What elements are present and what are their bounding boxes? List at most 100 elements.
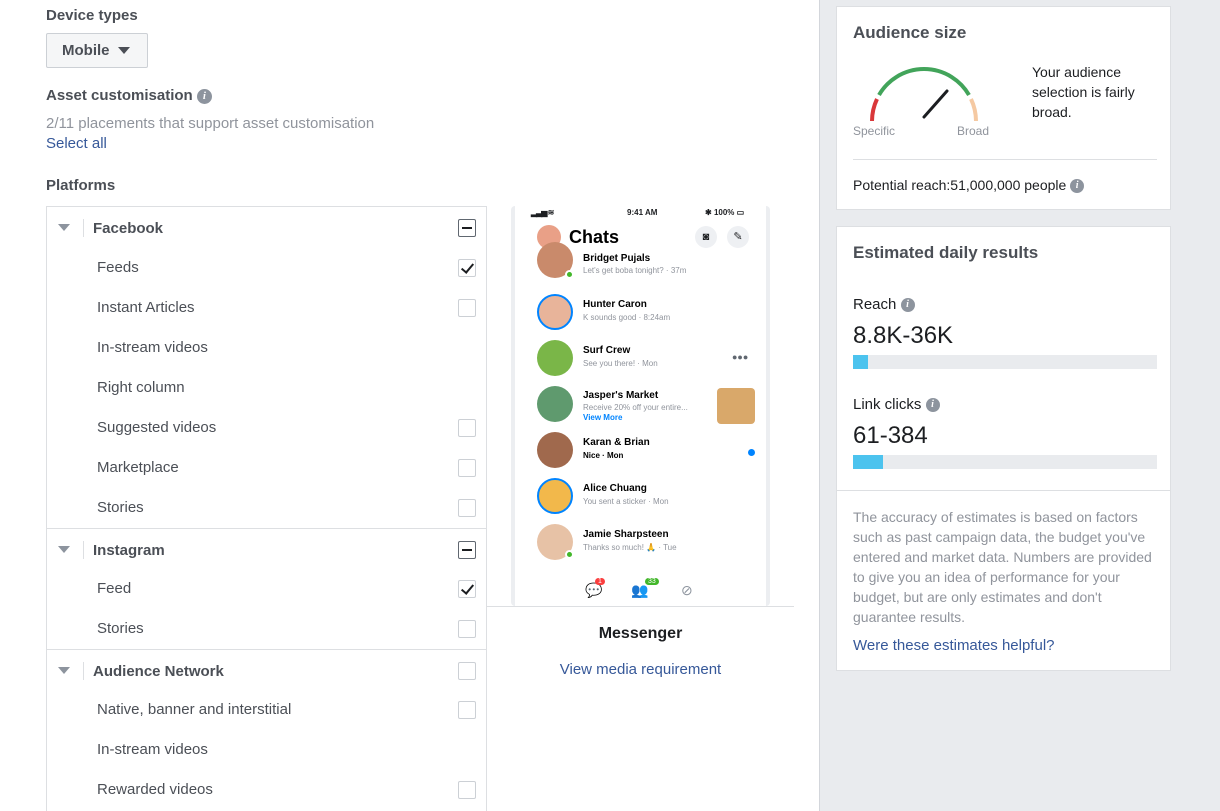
placement-row: In-stream videos — [47, 328, 486, 368]
estimated-daily-results-card: Estimated daily results Reach i 8.8K-36K… — [836, 226, 1171, 671]
reach-value: 8.8K-36K — [853, 322, 954, 349]
link-clicks-value: 61-384 — [853, 422, 928, 449]
link-clicks-bar — [853, 455, 1157, 469]
battery-status: ✱ 100% ▭ — [705, 208, 745, 217]
collapse-triangle-icon[interactable] — [58, 224, 70, 231]
group-instagram[interactable]: Instagram — [47, 529, 486, 571]
device-types-dropdown[interactable]: Mobile — [46, 33, 148, 68]
preview-divider — [487, 606, 794, 607]
placement-checkbox[interactable] — [458, 701, 476, 719]
placement-row[interactable]: Feed — [47, 569, 486, 609]
info-icon[interactable]: i — [900, 298, 915, 313]
placement-checkbox[interactable] — [458, 620, 476, 638]
device-types-label: Device types — [46, 7, 138, 24]
list-item: Hunter Caron K sounds good · 8:24am — [537, 290, 762, 334]
estimates-disclaimer: The accuracy of estimates is based on fa… — [853, 509, 1152, 625]
placement-row[interactable]: Feeds — [47, 248, 486, 288]
placement-checkbox[interactable] — [458, 259, 476, 277]
link-clicks-label: Link clicks i — [853, 396, 940, 413]
placement-checkbox[interactable] — [458, 499, 476, 517]
facebook-partial-checkbox[interactable] — [458, 219, 476, 237]
phone-screen: ▂▃▅ ≋ 9:41 AM ✱ 100% ▭ Chats ◙ ✎ Bridget… — [515, 206, 766, 606]
avatar — [537, 294, 573, 330]
audience-network-checkbox[interactable] — [458, 662, 476, 680]
placement-row[interactable]: Stories — [47, 488, 486, 528]
placement-row[interactable]: Rewarded videos — [47, 770, 486, 810]
audience-size-card: Audience size Specific Broad Your audien… — [836, 6, 1171, 210]
camera-icon: ◙ — [695, 226, 717, 248]
platforms-label: Platforms — [46, 177, 116, 194]
group-audience-network[interactable]: Audience Network — [47, 650, 486, 692]
placement-name: Stories — [97, 499, 144, 516]
info-icon[interactable]: i — [1070, 179, 1085, 194]
placement-checkbox[interactable] — [458, 781, 476, 799]
audience-description: Your audience selection is fairly broad. — [1032, 64, 1135, 120]
placement-row: Right column — [47, 368, 486, 408]
messenger-preview: ▂▃▅ ≋ 9:41 AM ✱ 100% ▭ Chats ◙ ✎ Bridget… — [511, 206, 770, 606]
list-item: Alice Chuang You sent a sticker · Mon — [537, 474, 762, 518]
placement-row[interactable]: Native, banner and interstitial — [47, 690, 486, 730]
avatar — [537, 340, 573, 376]
instagram-partial-checkbox[interactable] — [458, 541, 476, 559]
reach-bar — [853, 355, 1157, 369]
placement-row[interactable]: Instant Articles — [47, 288, 486, 328]
preview-title: Messenger — [598, 625, 683, 642]
app-title: Chats — [569, 227, 620, 247]
placement-checkbox[interactable] — [458, 580, 476, 598]
signal-icon: ▂▃▅ ≋ — [531, 208, 554, 217]
list-item: Jasper's Market Receive 20% off your ent… — [537, 382, 762, 426]
reach-label: Reach i — [853, 296, 915, 313]
placement-checkbox[interactable] — [458, 299, 476, 317]
placement-name: Suggested videos — [97, 419, 217, 436]
people-badge: 33 — [645, 578, 659, 585]
placement-row[interactable]: Stories — [47, 609, 486, 649]
gauge-middle-arc — [877, 67, 971, 97]
placements-panel: Device types Mobile Asset customisation … — [0, 0, 819, 811]
asset-customisation-text: Asset customisation — [46, 87, 193, 104]
gauge-broad-arc — [969, 98, 978, 122]
gauge-specific-arc — [870, 98, 879, 122]
placement-row: In-stream videos — [47, 730, 486, 770]
unread-dot — [748, 449, 755, 456]
gauge-specific-label: Specific — [853, 124, 896, 138]
group-name-facebook: Facebook — [93, 219, 164, 237]
list-item: Bridget Pujals Let's get boba tonight? ·… — [537, 242, 762, 292]
reach-bar-fill — [853, 355, 869, 369]
collapse-triangle-icon[interactable] — [58, 667, 70, 674]
avatar — [537, 478, 573, 514]
audience-gauge — [870, 67, 978, 122]
estimated-title: Estimated daily results — [853, 243, 1039, 262]
group-name-audience-network: Audience Network — [93, 662, 224, 680]
placement-checkbox[interactable] — [458, 459, 476, 477]
estimates-sidebar: Audience size Specific Broad Your audien… — [819, 0, 1220, 811]
tab-bar: 💬 1 👥 33 ⊘ — [515, 578, 766, 606]
placement-name: Native, banner and interstitial — [97, 701, 292, 718]
placement-row[interactable]: Marketplace — [47, 448, 486, 488]
link-clicks-bar-fill — [853, 455, 884, 469]
collapse-triangle-icon[interactable] — [58, 546, 70, 553]
status-time: 9:41 AM — [627, 208, 658, 217]
info-icon[interactable]: i — [925, 398, 940, 413]
info-icon[interactable]: i — [196, 88, 212, 104]
select-all-link[interactable]: Select all — [46, 135, 107, 152]
potential-reach-text: Potential reach:51,000,000 people — [853, 177, 1067, 193]
placement-name: Stories — [97, 620, 144, 637]
audience-size-title: Audience size — [853, 23, 967, 42]
compass-icon: ⊘ — [681, 582, 693, 598]
platforms-list: Facebook Feeds Instant Articles In-strea… — [46, 206, 487, 811]
placement-name: Rewarded videos — [97, 781, 213, 798]
list-item: Jamie Sharpsteen Thanks so much! 🙏 · Tue — [537, 520, 762, 564]
caret-down-icon — [117, 47, 130, 54]
view-media-requirement-link[interactable]: View media requirement — [487, 661, 794, 678]
placement-checkbox[interactable] — [458, 419, 476, 437]
placement-name: Right column — [97, 379, 185, 396]
gauge-needle — [922, 89, 949, 119]
group-facebook[interactable]: Facebook — [47, 207, 486, 249]
avatar — [537, 386, 573, 422]
placement-name: Marketplace — [97, 459, 179, 476]
placement-row[interactable]: Suggested videos — [47, 408, 486, 448]
view-more-link: View More — [583, 413, 623, 422]
placement-name: Instant Articles — [97, 299, 195, 316]
list-item: Karan & Brian Nice · Mon — [537, 428, 762, 472]
estimates-helpful-link[interactable]: Were these estimates helpful? — [853, 637, 1055, 654]
